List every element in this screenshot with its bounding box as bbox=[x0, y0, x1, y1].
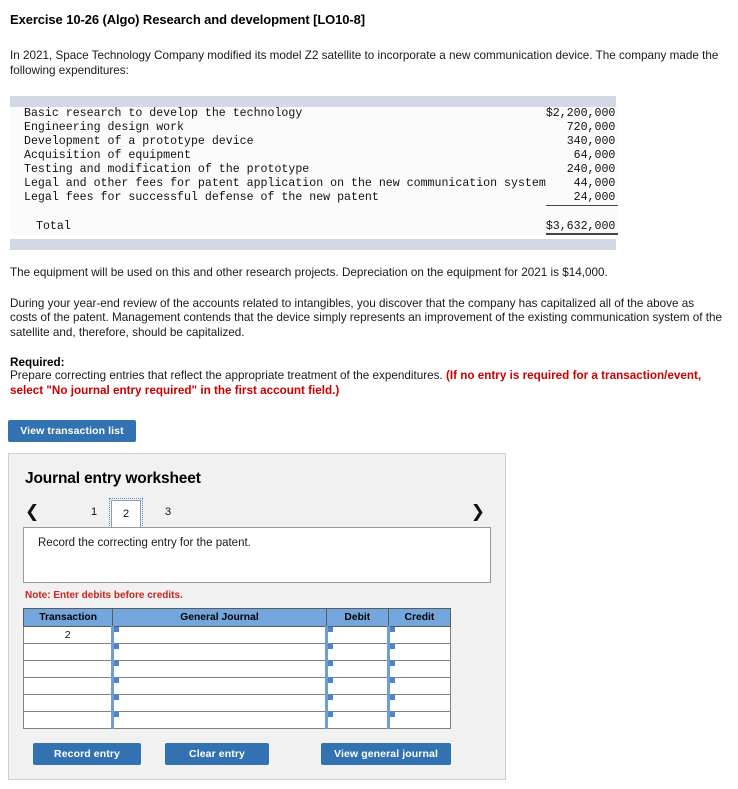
table-bottom-band bbox=[10, 239, 616, 250]
credit-input-2[interactable] bbox=[386, 660, 452, 678]
required-text: Prepare correcting entries that reflect … bbox=[10, 369, 446, 382]
table-row bbox=[22, 694, 452, 712]
expenditure-amount: 44,000 bbox=[573, 177, 616, 190]
general-journal-input-2[interactable] bbox=[111, 660, 327, 678]
view-gj-post: eneral journal bbox=[367, 748, 438, 760]
table-row: Acquisition of equipment 64,000 bbox=[10, 149, 618, 163]
transaction-number-cell bbox=[22, 677, 114, 695]
expenditure-amount: 240,000 bbox=[566, 163, 616, 176]
expenditure-description: Legal fees for successful defense of the… bbox=[24, 191, 379, 205]
transaction-number-cell bbox=[22, 660, 114, 678]
journal-entry-table: Transaction General Journal Debit Credit… bbox=[22, 608, 452, 729]
table-row bbox=[22, 643, 452, 661]
table-top-band bbox=[10, 96, 616, 107]
column-header-debit: Debit bbox=[325, 608, 389, 627]
journal-entry-worksheet-panel: Journal entry worksheet ❮ 1 2 3 ❯ Record… bbox=[8, 453, 506, 780]
table-row: Engineering design work 720,000 bbox=[10, 121, 618, 135]
review-paragraph: During your year-end review of the accou… bbox=[10, 296, 723, 339]
general-journal-input-0[interactable] bbox=[111, 626, 327, 644]
expenditure-description: Acquisition of equipment bbox=[24, 149, 191, 162]
table-row: Development of a prototype device 340,00… bbox=[10, 135, 618, 149]
table-row: Legal and other fees for patent applicat… bbox=[10, 177, 618, 191]
credit-input-5[interactable] bbox=[386, 711, 452, 729]
transaction-number-cell bbox=[22, 711, 114, 729]
debits-before-credits-note: Note: Enter debits before credits. bbox=[25, 590, 183, 601]
total-label: Total bbox=[36, 220, 71, 234]
journal-table-header-row: Transaction General Journal Debit Credit bbox=[22, 608, 452, 627]
credit-input-0[interactable] bbox=[386, 626, 452, 644]
column-header-credit: Credit bbox=[387, 608, 452, 627]
table-row: Testing and modification of the prototyp… bbox=[10, 163, 618, 177]
view-general-journal-button[interactable]: View general journal bbox=[321, 743, 451, 765]
transaction-number-cell: 2 bbox=[22, 626, 114, 644]
credit-input-3[interactable] bbox=[386, 677, 452, 695]
required-instructions: Prepare correcting entries that reflect … bbox=[10, 369, 722, 398]
debit-input-2[interactable] bbox=[324, 660, 389, 678]
clear-entry-button[interactable]: Clear entry bbox=[165, 743, 269, 765]
transaction-number-cell bbox=[22, 643, 114, 661]
column-header-general-journal: General Journal bbox=[112, 608, 327, 627]
worksheet-footer-buttons: Record entry Clear entry View general jo… bbox=[23, 743, 451, 765]
credit-input-1[interactable] bbox=[386, 643, 452, 661]
general-journal-input-4[interactable] bbox=[111, 694, 327, 712]
debit-input-3[interactable] bbox=[324, 677, 389, 695]
column-header-transaction: Transaction bbox=[22, 608, 114, 627]
credit-input-4[interactable] bbox=[386, 694, 452, 712]
expenditure-description: Basic research to develop the technology bbox=[24, 107, 303, 120]
entry-prompt-text: Record the correcting entry for the pate… bbox=[38, 537, 251, 549]
expenditures-table: Basic research to develop the technology… bbox=[10, 96, 619, 250]
debit-input-0[interactable] bbox=[324, 626, 389, 644]
general-journal-input-5[interactable] bbox=[111, 711, 327, 729]
worksheet-tab-bar: ❮ 1 2 3 ❯ bbox=[23, 498, 491, 530]
table-row-total: Total $3,632,000 bbox=[10, 220, 619, 235]
spacer-cell bbox=[10, 206, 546, 221]
expenditure-amount: 340,000 bbox=[566, 135, 616, 148]
expenditure-description: Development of a prototype device bbox=[24, 135, 254, 148]
expenditures-body: Basic research to develop the technology… bbox=[10, 107, 619, 235]
table-row bbox=[22, 677, 452, 695]
next-entry-chevron-right-icon[interactable]: ❯ bbox=[471, 500, 485, 524]
table-row: 2 bbox=[22, 626, 452, 644]
depreciation-paragraph: The equipment will be used on this and o… bbox=[10, 266, 608, 279]
spacer-cell bbox=[546, 206, 619, 221]
tab-entry-2[interactable]: 2 bbox=[109, 498, 143, 530]
general-journal-input-1[interactable] bbox=[111, 643, 327, 661]
intro-paragraph: In 2021, Space Technology Company modifi… bbox=[10, 49, 719, 77]
table-row bbox=[22, 711, 452, 729]
debit-input-4[interactable] bbox=[324, 694, 389, 712]
general-journal-input-3[interactable] bbox=[111, 677, 327, 695]
previous-entry-chevron-left-icon[interactable]: ❮ bbox=[25, 500, 39, 524]
entry-prompt-box: Record the correcting entry for the pate… bbox=[23, 527, 491, 583]
total-amount: $3,632,000 bbox=[545, 220, 619, 235]
expenditure-amount: 24,000 bbox=[545, 191, 619, 206]
expenditure-amount: 720,000 bbox=[566, 121, 616, 134]
transaction-number-cell bbox=[22, 694, 114, 712]
tab-entry-3[interactable]: 3 bbox=[153, 500, 183, 524]
table-row bbox=[22, 660, 452, 678]
expenditure-amount: 64,000 bbox=[573, 149, 616, 162]
expenditure-amount: $2,200,000 bbox=[545, 107, 616, 120]
table-row-spacer bbox=[10, 206, 618, 221]
page-title: Exercise 10-26 (Algo) Research and devel… bbox=[10, 12, 366, 27]
expenditure-description: Engineering design work bbox=[24, 121, 185, 134]
table-row: Basic research to develop the technology… bbox=[10, 107, 618, 121]
expenditure-description: Testing and modification of the prototyp… bbox=[24, 163, 310, 176]
debit-input-5[interactable] bbox=[324, 711, 389, 729]
tab-entry-1[interactable]: 1 bbox=[79, 500, 109, 524]
worksheet-title: Journal entry worksheet bbox=[25, 470, 201, 487]
view-transaction-list-button[interactable]: View transaction list bbox=[8, 420, 136, 442]
debit-input-1[interactable] bbox=[324, 643, 389, 661]
record-entry-button[interactable]: Record entry bbox=[33, 743, 141, 765]
view-gj-pre: View bbox=[334, 748, 362, 760]
required-label: Required: bbox=[10, 356, 65, 369]
expenditure-description: Legal and other fees for patent applicat… bbox=[24, 177, 546, 190]
table-row: Legal fees for successful defense of the… bbox=[10, 191, 619, 206]
exercise-page: Exercise 10-26 (Algo) Research and devel… bbox=[0, 0, 738, 420]
